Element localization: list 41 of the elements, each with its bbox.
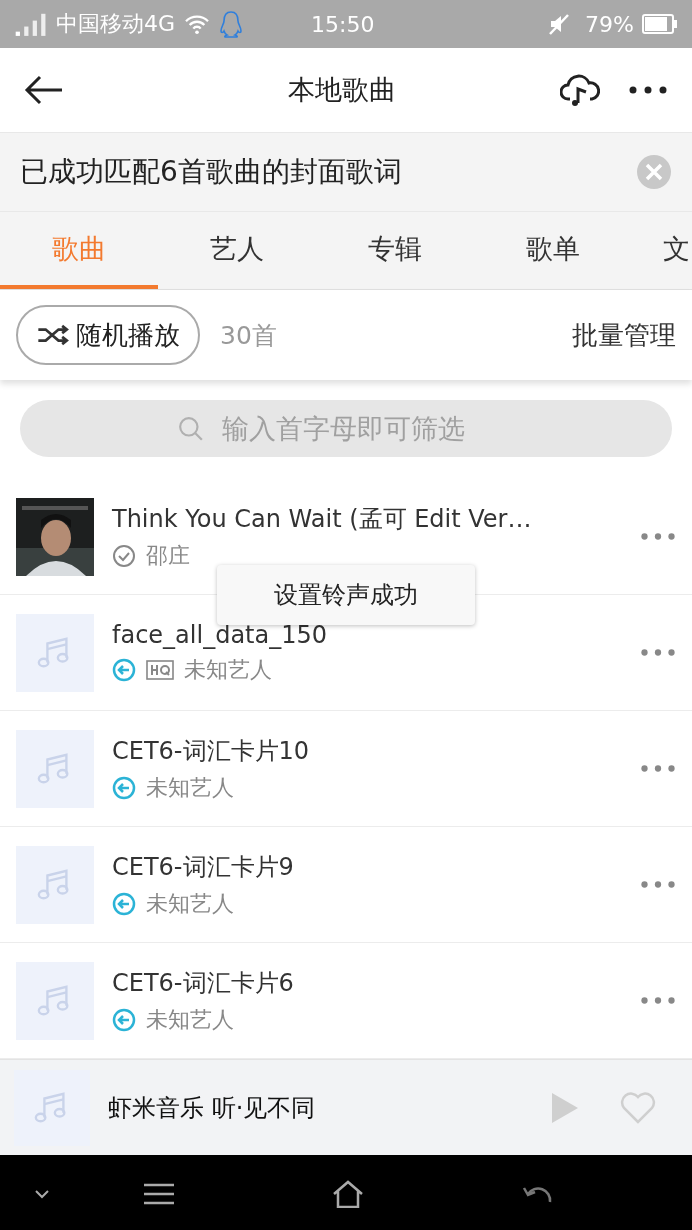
more-icon[interactable]	[628, 85, 668, 95]
artist-name: 未知艺人	[146, 1005, 234, 1034]
home-icon[interactable]	[332, 1180, 364, 1208]
back-arrow-icon[interactable]	[24, 75, 64, 105]
tab[interactable]: 艺人	[158, 212, 316, 289]
shuffle-icon	[36, 324, 70, 346]
shuffle-button[interactable]: 随机播放	[16, 305, 200, 365]
back-icon[interactable]	[522, 1184, 552, 1204]
menu-icon[interactable]	[144, 1183, 174, 1205]
page-title: 本地歌曲	[287, 73, 397, 107]
batch-manage-button[interactable]: 批量管理	[572, 317, 676, 353]
artist-name: 未知艺人	[146, 773, 234, 802]
song-title: CET6-词汇卡片10	[112, 735, 311, 767]
song-row[interactable]: CET6-词汇卡片10 未知艺人	[0, 711, 692, 827]
clock-text: 15:50	[311, 11, 375, 37]
chevron-down-icon[interactable]	[34, 1189, 50, 1199]
signal-icon	[14, 11, 48, 37]
toast-message: 设置铃声成功	[217, 565, 475, 625]
mute-icon	[547, 12, 572, 36]
song-row[interactable]: CET6-词汇卡片6 未知艺人	[0, 943, 692, 1059]
artist-name: 邵庄	[146, 541, 190, 570]
battery-icon	[642, 14, 678, 34]
artist-name: 未知艺人	[184, 655, 272, 684]
banner-text: 已成功匹配6首歌曲的封面歌词	[20, 154, 403, 190]
song-row[interactable]: CET6-词汇卡片9 未知艺人	[0, 827, 692, 943]
search-field[interactable]: 输入首字母即可筛选	[20, 400, 672, 457]
wifi-icon	[183, 13, 212, 35]
artist-name: 未知艺人	[146, 889, 234, 918]
song-title: Think You Can Wait (孟可 Edit Ver…	[112, 503, 533, 535]
battery-text: 79%	[585, 11, 634, 37]
song-count: 30首	[220, 319, 278, 352]
carrier-text: 中国移动4G	[56, 10, 176, 38]
tab[interactable]: 文	[632, 212, 690, 289]
tab[interactable]: 歌单	[474, 212, 632, 289]
tab[interactable]: 专辑	[316, 212, 474, 289]
search-icon	[178, 416, 204, 442]
player-title: 虾米音乐 听·见不同	[108, 1092, 317, 1124]
cloud-music-icon[interactable]	[560, 73, 600, 107]
song-title: CET6-词汇卡片6	[112, 967, 295, 999]
penguin-icon	[219, 10, 244, 38]
song-title: CET6-词汇卡片9	[112, 851, 295, 883]
